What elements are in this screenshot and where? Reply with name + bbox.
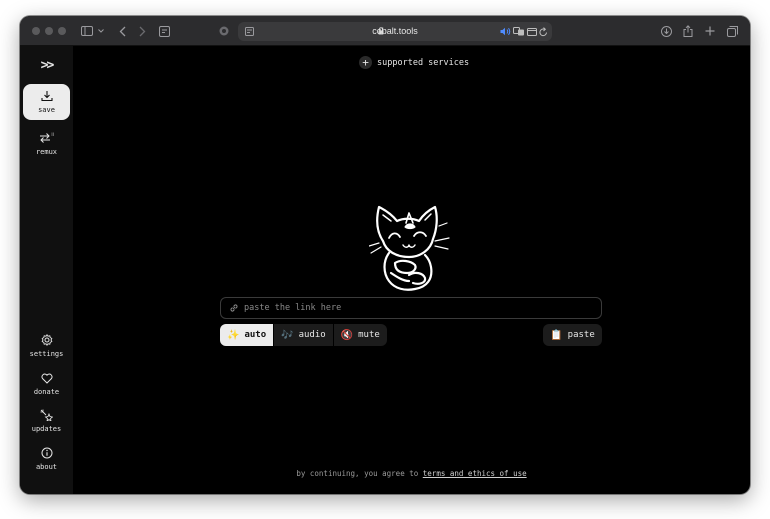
sidebar-item-settings[interactable]: settings (23, 328, 70, 364)
reader-icon[interactable] (157, 22, 171, 40)
sidebar-item-label: remux (35, 148, 58, 156)
mode-mute-button[interactable]: 🔇 mute (334, 324, 387, 346)
sidebar-item-label: settings (29, 350, 64, 358)
downloads-icon[interactable] (660, 22, 672, 40)
sidebar-item-label: donate (33, 387, 60, 396)
back-icon[interactable] (116, 22, 128, 40)
close-window-button[interactable] (32, 27, 40, 35)
new-tab-icon[interactable] (704, 22, 716, 40)
link-input-box[interactable] (220, 297, 602, 319)
paste-button[interactable]: 📋 paste (543, 324, 602, 346)
muted-speaker-icon: 🔇 (340, 329, 354, 341)
mode-audio-button[interactable]: 🎶 audio (274, 324, 334, 346)
speaker-icon[interactable] (500, 26, 511, 37)
sidebar-item-save[interactable]: save (23, 84, 70, 120)
music-notes-icon: 🎶 (281, 329, 294, 341)
heart-icon (41, 373, 52, 384)
remux-icon (39, 132, 54, 143)
sidebar-item-label: save (38, 106, 55, 114)
plus-icon: + (359, 56, 372, 69)
terms-link[interactable]: terms and ethics of use (423, 469, 527, 478)
tab-overview-icon[interactable] (726, 22, 738, 40)
sidebar-item-label: updates (31, 425, 62, 433)
terms-footer: by continuing, you agree to terms and et… (73, 469, 750, 478)
sidebar-item-label: about (35, 463, 58, 471)
footer-text: by continuing, you agree to (296, 469, 419, 478)
sidebar-item-donate[interactable]: donate (23, 366, 70, 402)
privacy-icon[interactable] (218, 22, 230, 40)
supported-services-button[interactable]: + supported services (359, 56, 469, 69)
sidebar-item-updates[interactable]: updates (23, 403, 70, 439)
sidebar-toggle-icon[interactable] (78, 22, 96, 40)
link-input[interactable] (244, 303, 601, 313)
browser-window: cobalt.tools >> save remux settings dona… (20, 16, 750, 494)
sidebar: >> save remux settings donate updates ab… (20, 46, 73, 494)
link-icon (230, 304, 238, 312)
sidebar-item-about[interactable]: about (23, 441, 70, 477)
share-icon[interactable] (682, 22, 694, 40)
tabs-overview-icon[interactable] (526, 26, 537, 37)
maximize-window-button[interactable] (58, 27, 66, 35)
sidebar-item-remux[interactable]: remux (23, 126, 70, 162)
download-icon (40, 91, 53, 102)
cobalt-logo[interactable]: >> (23, 54, 70, 76)
translate-icon[interactable] (513, 26, 525, 37)
chevron-down-icon[interactable] (96, 22, 106, 40)
browser-toolbar: cobalt.tools (20, 16, 750, 46)
mode-label: mute (358, 330, 380, 340)
paste-label: paste (567, 330, 595, 340)
address-bar[interactable]: cobalt.tools (238, 22, 552, 41)
minimize-window-button[interactable] (45, 27, 53, 35)
clipboard-icon: 📋 (550, 329, 563, 341)
main-content: + supported services paste the link here… (73, 46, 750, 494)
mode-label: audio (298, 330, 326, 340)
mode-label: auto (244, 330, 267, 340)
sparkles-icon: ✨ (227, 329, 240, 341)
supported-services-label: supported services (377, 57, 470, 68)
gear-icon (41, 334, 52, 346)
download-mode-switcher: ✨ auto 🎶 audio 🔇 mute (220, 324, 387, 346)
reload-icon[interactable] (538, 26, 549, 37)
forward-icon[interactable] (136, 22, 148, 40)
cobalt-cat-mascot-icon (369, 205, 450, 291)
info-icon (41, 447, 52, 459)
sparkle-icon (40, 409, 53, 421)
mode-auto-button[interactable]: ✨ auto (220, 324, 275, 346)
